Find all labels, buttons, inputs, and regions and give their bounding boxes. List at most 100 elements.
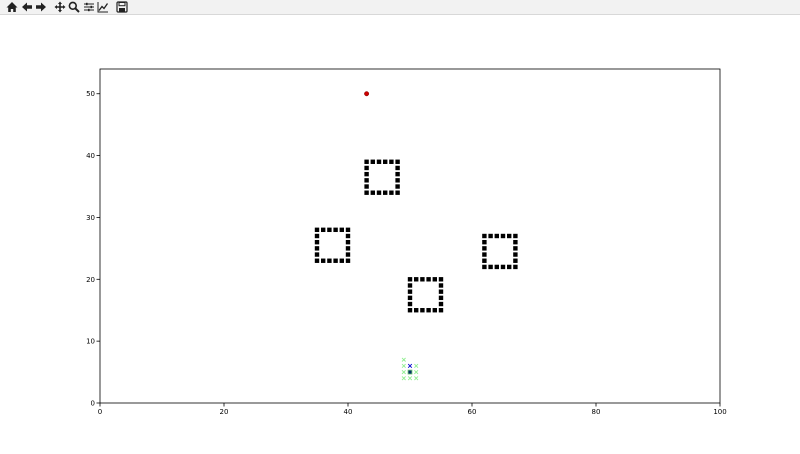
x-tick-label: 100	[713, 408, 726, 416]
square-marker	[420, 277, 425, 282]
square-marker	[407, 308, 413, 313]
scatter-chart: 0 20 40 60 80 100 0 10 20 30 40 50	[86, 68, 727, 416]
x-tick-label: 60	[468, 408, 477, 416]
square-marker	[507, 233, 512, 239]
y-tick-label: 0	[91, 400, 95, 408]
square-marker	[407, 283, 413, 288]
square-marker	[438, 295, 444, 301]
square-marker	[513, 264, 518, 270]
square-marker	[407, 295, 413, 301]
square-marker	[482, 258, 487, 263]
navigation-toolbar	[0, 0, 800, 15]
square-marker	[364, 165, 369, 171]
square-marker	[494, 233, 499, 239]
home-icon	[6, 2, 18, 12]
square-marker	[395, 171, 400, 177]
square-marker	[513, 246, 518, 251]
square-marker	[339, 258, 344, 263]
square-marker	[482, 233, 487, 239]
square-marker	[438, 289, 444, 294]
square-marker	[364, 159, 369, 164]
square-marker	[339, 227, 344, 233]
edit-axis-button[interactable]	[97, 1, 109, 13]
pan-button[interactable]	[54, 1, 66, 13]
square-marker	[364, 184, 369, 189]
square-marker	[482, 252, 487, 257]
square-marker	[432, 308, 437, 313]
back-arrow-icon	[21, 2, 32, 12]
circle-marker	[364, 91, 370, 97]
square-marker	[500, 233, 506, 239]
square-marker	[345, 252, 351, 257]
square-marker	[395, 178, 400, 183]
y-tick-label: 20	[86, 276, 95, 284]
square-marker	[321, 227, 326, 233]
square-marker	[376, 190, 382, 195]
square-marker	[407, 289, 413, 294]
square-marker	[482, 246, 487, 251]
square-marker	[414, 308, 419, 313]
square-marker	[482, 239, 487, 245]
square-marker	[438, 283, 444, 288]
square-marker	[327, 258, 332, 263]
square-marker	[383, 190, 388, 195]
square-marker	[314, 227, 320, 233]
square-marker	[389, 159, 394, 164]
square-marker	[327, 227, 332, 233]
square-marker	[314, 239, 320, 245]
square-marker	[494, 264, 499, 270]
y-tick-label: 10	[86, 338, 95, 346]
square-marker	[500, 264, 506, 270]
zoom-magnifier-icon	[68, 1, 80, 13]
square-marker	[345, 233, 351, 239]
square-marker	[333, 227, 338, 233]
y-tick-label: 30	[86, 214, 95, 222]
pan-move-icon	[54, 1, 65, 13]
save-button[interactable]	[115, 1, 128, 13]
square-marker	[513, 239, 518, 245]
square-marker	[438, 301, 444, 307]
current-position-marker	[407, 369, 413, 375]
square-marker	[513, 233, 518, 239]
x-tick-label: 80	[592, 408, 601, 416]
square-marker	[333, 258, 338, 263]
square-marker	[507, 264, 512, 270]
figure-canvas: 0 20 40 60 80 100 0 10 20 30 40 50	[0, 16, 800, 450]
square-marker	[321, 258, 326, 263]
square-marker	[314, 258, 320, 263]
square-marker	[420, 308, 425, 313]
zoom-button[interactable]	[68, 1, 80, 13]
square-marker	[345, 239, 351, 245]
save-floppy-icon	[115, 1, 128, 13]
x-tick-label: 0	[98, 408, 102, 416]
y-tick-label: 50	[86, 90, 95, 98]
square-marker	[426, 308, 431, 313]
square-marker	[414, 277, 419, 282]
square-marker	[345, 246, 351, 251]
square-marker	[395, 159, 400, 164]
square-marker	[482, 264, 487, 270]
square-marker	[364, 171, 369, 177]
square-marker	[314, 246, 320, 251]
square-marker	[314, 252, 320, 257]
home-button[interactable]	[6, 1, 18, 13]
square-marker	[432, 277, 437, 282]
x-tick-label: 40	[344, 408, 353, 416]
forward-arrow-icon	[36, 2, 46, 12]
configure-subplots-button[interactable]	[83, 1, 95, 13]
square-marker	[407, 301, 413, 307]
square-marker	[513, 252, 518, 257]
forward-button[interactable]	[35, 1, 47, 13]
configure-subplots-icon	[83, 2, 94, 12]
square-marker	[513, 258, 518, 263]
back-button[interactable]	[21, 1, 33, 13]
square-marker	[438, 277, 444, 282]
square-marker	[383, 159, 388, 164]
square-marker	[488, 233, 493, 239]
square-marker	[345, 227, 351, 233]
square-marker	[488, 264, 493, 270]
axes-frame	[99, 68, 721, 404]
square-marker	[364, 178, 369, 183]
square-marker	[395, 184, 400, 189]
y-tick-label: 40	[86, 152, 95, 160]
